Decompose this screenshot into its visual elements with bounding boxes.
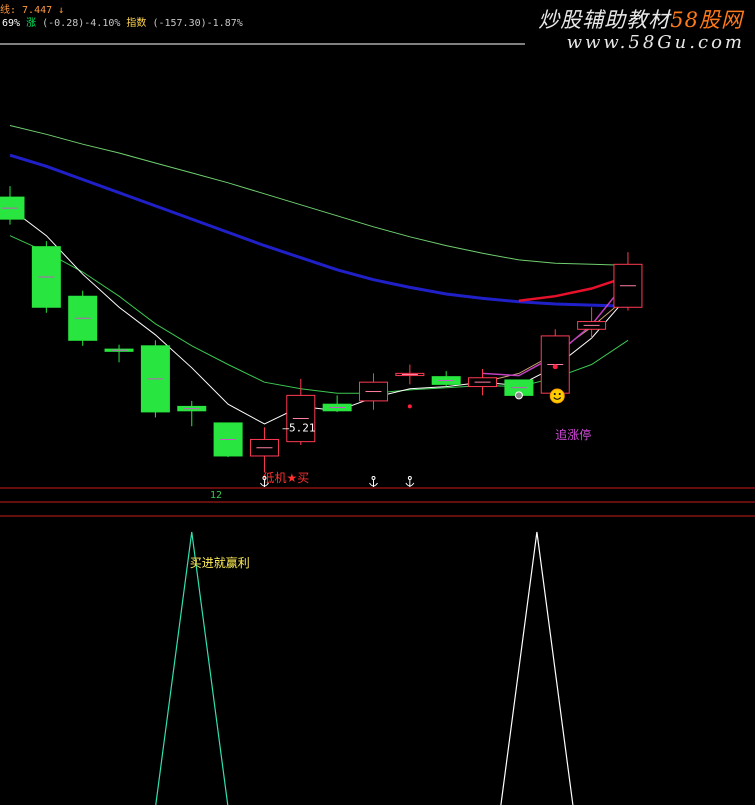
ma-blue-line <box>9 153 629 308</box>
candle <box>249 427 279 473</box>
buy-signal-label: 低机★买 <box>262 471 309 485</box>
smiley-eye <box>553 393 556 395</box>
ma-mid-line <box>9 235 629 394</box>
anchor-icon <box>405 476 415 487</box>
index-value: (-157.30)-1.87% <box>152 18 243 29</box>
quote-info-line: 69% 涨 (-0.28)-4.10% 指数 (-157.30)-1.87% <box>2 14 243 29</box>
marker-layer: —5.21 低机★买 追涨停 12 <box>210 364 591 501</box>
candle <box>286 378 316 445</box>
ma-red-line <box>518 275 629 302</box>
indicator-subpanel: 买进就赢利 <box>155 531 574 805</box>
watermark-url: www.58Gu.com <box>566 32 745 53</box>
candle <box>395 364 425 385</box>
chase-limit-label: 追涨停 <box>555 427 591 442</box>
signal-dot <box>514 391 523 400</box>
chart-canvas: —5.21 低机★买 追涨停 12 买进就赢利 <box>0 43 755 805</box>
candle <box>540 329 570 398</box>
watermark-title: 炒股辅助教材58股网 <box>538 4 743 34</box>
candle <box>468 368 498 396</box>
candle <box>0 186 25 225</box>
candle <box>213 422 243 458</box>
candle <box>68 290 98 346</box>
candle <box>31 241 61 313</box>
moving-average-layer <box>9 125 629 425</box>
candle <box>431 371 461 387</box>
candle <box>104 344 134 363</box>
candle <box>359 373 388 410</box>
index-label: 指数 <box>126 18 153 29</box>
signal-spike <box>155 531 229 805</box>
candle <box>177 400 207 427</box>
candle <box>140 340 170 418</box>
candle-layer <box>0 186 643 473</box>
subpanel-label: 买进就赢利 <box>190 555 250 570</box>
signal-spike <box>500 531 574 805</box>
smiley-eye <box>558 393 561 395</box>
rise-value: (-0.28)-4.10% <box>42 18 127 29</box>
anchor-icon <box>369 476 378 487</box>
low-price-label: —5.21 <box>282 421 315 434</box>
pct-text: 69% <box>2 18 27 29</box>
candle <box>613 252 643 311</box>
watermark-title-a: 炒股辅助教材 <box>538 8 671 32</box>
rise-label: 涨 <box>26 18 43 29</box>
watermark-title-b: 58股网 <box>670 8 743 32</box>
ma-long-line <box>9 125 629 266</box>
smiley-icon <box>549 388 565 404</box>
smiley-face <box>549 388 565 404</box>
signal-dot <box>552 364 558 370</box>
ma-short-line <box>9 207 629 425</box>
signal-dot <box>407 404 412 409</box>
candle <box>322 395 352 412</box>
period-number: 12 <box>210 490 222 501</box>
